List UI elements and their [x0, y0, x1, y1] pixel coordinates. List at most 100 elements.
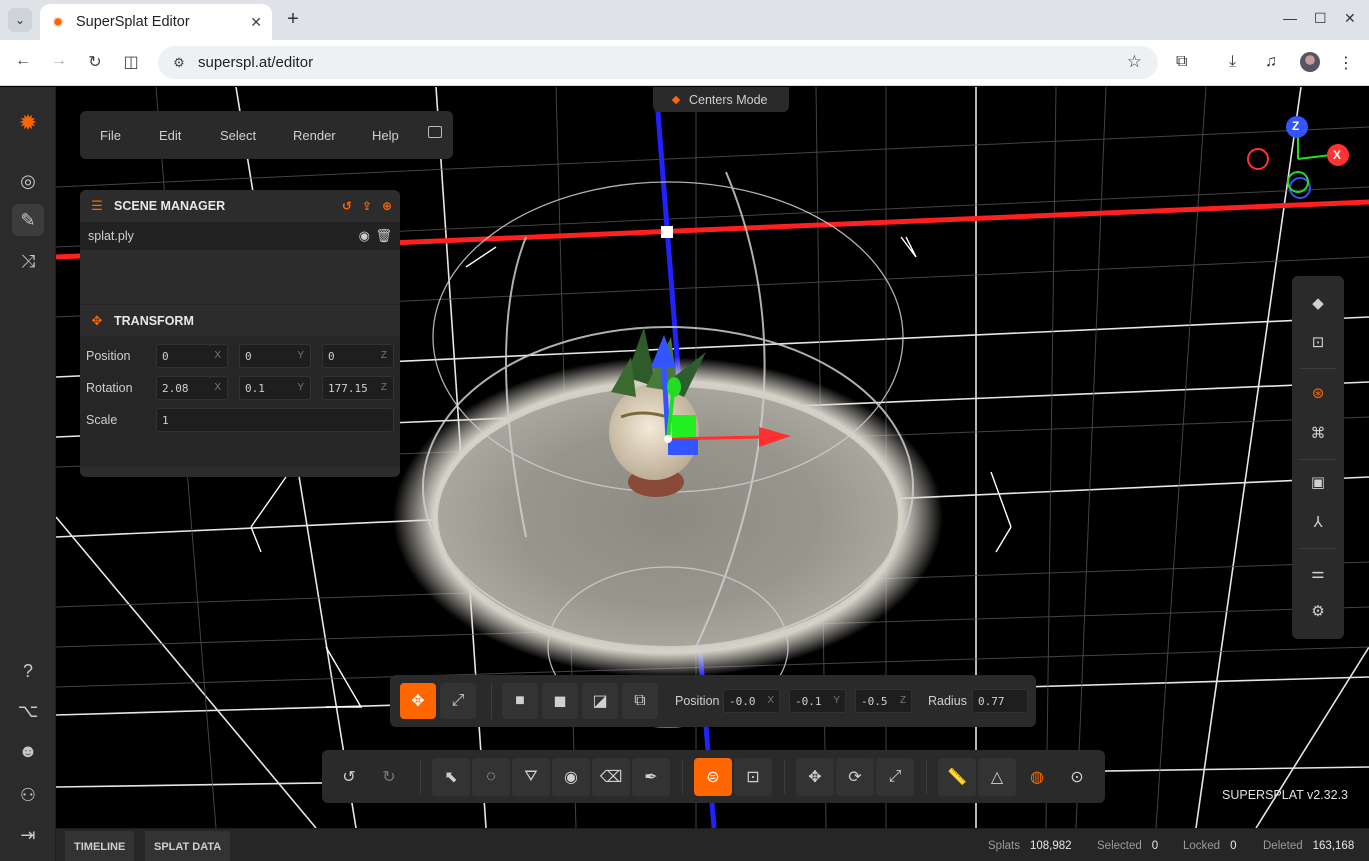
sphere-z-input[interactable]: -0.5 Z: [855, 689, 912, 713]
window-close-icon[interactable]: ✕: [1344, 10, 1356, 27]
new-tab-button[interactable]: +: [282, 8, 304, 32]
eyedropper-button[interactable]: ✒: [632, 758, 670, 796]
diamond-mode-icon[interactable]: ◆: [1304, 289, 1332, 317]
radius-input[interactable]: 0.77: [972, 689, 1028, 713]
help-icon[interactable]: ?: [12, 655, 44, 687]
forward-arrow-icon[interactable]: →: [48, 52, 70, 70]
redo-button[interactable]: ↻: [370, 758, 408, 796]
scale-tool-button[interactable]: ⤢: [440, 683, 476, 719]
picker-select-button[interactable]: ⬉: [432, 758, 470, 796]
axes-icon[interactable]: ⅄: [1304, 508, 1332, 536]
coordinate-space-button[interactable]: ◍: [1018, 758, 1056, 796]
scale-input[interactable]: 1: [156, 408, 394, 432]
sphere-position-label: Position: [675, 694, 720, 708]
reload-icon[interactable]: ↻: [84, 52, 106, 72]
position-x-input[interactable]: 0X: [156, 344, 228, 368]
splat-data-tab[interactable]: SPLAT DATA: [145, 831, 231, 861]
remove-selection-button[interactable]: ◪: [582, 683, 618, 719]
lasso-icon: ◌: [486, 768, 496, 785]
tab-close-icon[interactable]: ✕: [250, 14, 262, 31]
maximize-icon[interactable]: ☐: [1314, 10, 1327, 27]
menu-file[interactable]: File: [100, 128, 121, 143]
import-icon[interactable]: ⇪: [362, 199, 372, 213]
fly-drone-icon[interactable]: ⌘: [1304, 419, 1332, 447]
extensions-icon[interactable]: ⧉: [1176, 53, 1187, 71]
menu-help[interactable]: Help: [372, 128, 399, 143]
download-icon[interactable]: ⤓: [1229, 53, 1236, 71]
bookmark-star-icon[interactable]: ☆: [1127, 52, 1142, 72]
delete-trash-icon[interactable]: 🗑: [375, 228, 392, 244]
supersplat-logo-icon[interactable]: ✹: [12, 107, 44, 139]
gizmo-z-label: Z: [1292, 119, 1300, 133]
tab-search-button[interactable]: ⌄: [8, 8, 32, 32]
tab-title: SuperSplat Editor: [76, 14, 190, 30]
sphere-y-input[interactable]: -0.1 Y: [789, 689, 846, 713]
box-select-button[interactable]: ⊡: [734, 758, 772, 796]
sliders-icon[interactable]: ⚌: [1304, 559, 1332, 587]
sphere-x-input[interactable]: -0.0 X: [723, 689, 780, 713]
scene-list-empty-area: [80, 250, 400, 304]
scene-item[interactable]: splat.ply ◉ 🗑: [80, 222, 400, 250]
scene-undo-icon[interactable]: ↺: [342, 199, 352, 213]
local-space-button[interactable]: ⊙: [1058, 758, 1096, 796]
shuffle-icon[interactable]: ⤨: [12, 245, 44, 277]
browser-tab[interactable]: ✹ SuperSplat Editor ✕: [40, 4, 272, 40]
transform-body: Position 0X 0Y 0Z Rotation 2.08 X 0.1 Y 17…: [80, 336, 400, 466]
rotation-z-input[interactable]: 177.15 Z: [322, 376, 394, 400]
compass-icon[interactable]: ◎: [12, 165, 44, 197]
media-control-icon[interactable]: ♫: [1265, 53, 1277, 71]
settings-gear-icon[interactable]: ⚙: [1304, 597, 1332, 625]
kebab-menu-icon[interactable]: ⋮: [1338, 53, 1354, 73]
brush-select-button[interactable]: ◉: [552, 758, 590, 796]
github-icon[interactable]: ⌥: [12, 695, 44, 727]
lasso-select-button[interactable]: ◌: [472, 758, 510, 796]
visibility-eye-icon[interactable]: ◉: [359, 228, 370, 244]
splats-stat: Splats 108,982: [988, 840, 1072, 852]
set-selection-button[interactable]: ■: [502, 683, 538, 719]
menu-render[interactable]: Render: [293, 128, 336, 143]
discord-icon[interactable]: ☻: [12, 735, 44, 767]
add-selection-button[interactable]: ◼: [542, 683, 578, 719]
scene-manager-header: ☰ SCENE MANAGER ↺ ⇪ ⊕: [80, 190, 400, 222]
subtract-icon: ◪: [592, 693, 608, 710]
menu-edit[interactable]: Edit: [159, 128, 181, 143]
position-y-input[interactable]: 0Y: [239, 344, 311, 368]
profile-avatar[interactable]: [1300, 52, 1320, 72]
address-bar[interactable]: ⚙ superspl.at/editor ☆: [158, 46, 1158, 79]
measure-button[interactable]: 📏: [938, 758, 976, 796]
scale-button[interactable]: ⤢: [876, 758, 914, 796]
add-user-icon[interactable]: ⚇: [12, 779, 44, 811]
translate-button[interactable]: ✥: [796, 758, 834, 796]
site-info-icon[interactable]: ⚙: [170, 54, 188, 72]
rotate-button[interactable]: ⟳: [836, 758, 874, 796]
orbit-icon[interactable]: ⊛: [1304, 379, 1332, 407]
back-arrow-icon[interactable]: ←: [12, 52, 34, 70]
rotation-y-input[interactable]: 0.1 Y: [239, 376, 311, 400]
intersect-selection-button[interactable]: ⧉: [622, 683, 658, 719]
add-icon[interactable]: ⊕: [382, 199, 392, 213]
centers-mode-indicator[interactable]: Centers Mode: [653, 87, 789, 112]
split-view-icon[interactable]: ◫: [120, 52, 142, 72]
minimize-icon[interactable]: —: [1283, 10, 1297, 26]
pivot-button[interactable]: △: [978, 758, 1016, 796]
frame-selection-icon[interactable]: ⊡: [1304, 328, 1332, 356]
polygon-select-button[interactable]: ⛛: [512, 758, 550, 796]
collapse-panel-icon[interactable]: [428, 126, 442, 138]
position-z-input[interactable]: 0Z: [322, 344, 394, 368]
undo-button[interactable]: ↺: [330, 758, 368, 796]
editor-pen-icon[interactable]: ✎: [12, 204, 44, 236]
bounds-icon[interactable]: ▣: [1304, 468, 1332, 496]
login-icon[interactable]: ⇥: [12, 819, 44, 851]
position-label: Position: [86, 349, 131, 363]
move-arrows-icon: ✥: [411, 693, 425, 710]
timeline-tab[interactable]: TIMELINE: [65, 831, 135, 861]
rotation-x-input[interactable]: 2.08 X: [156, 376, 228, 400]
rotate-icon: ⟳: [848, 769, 862, 786]
union-icon: ◼: [553, 693, 567, 710]
brush-circle-icon: ◉: [564, 769, 578, 786]
menu-select[interactable]: Select: [220, 128, 256, 143]
move-tool-button[interactable]: ✥: [400, 683, 436, 719]
eraser-button[interactable]: ⌫: [592, 758, 630, 796]
sphere-tool-bar: ✥ ⤢ ■ ◼ ◪ ⧉ Position -0.0 X -0.1 Y -0.5 Z R…: [390, 675, 1036, 727]
sphere-select-button[interactable]: ⊜: [694, 758, 732, 796]
